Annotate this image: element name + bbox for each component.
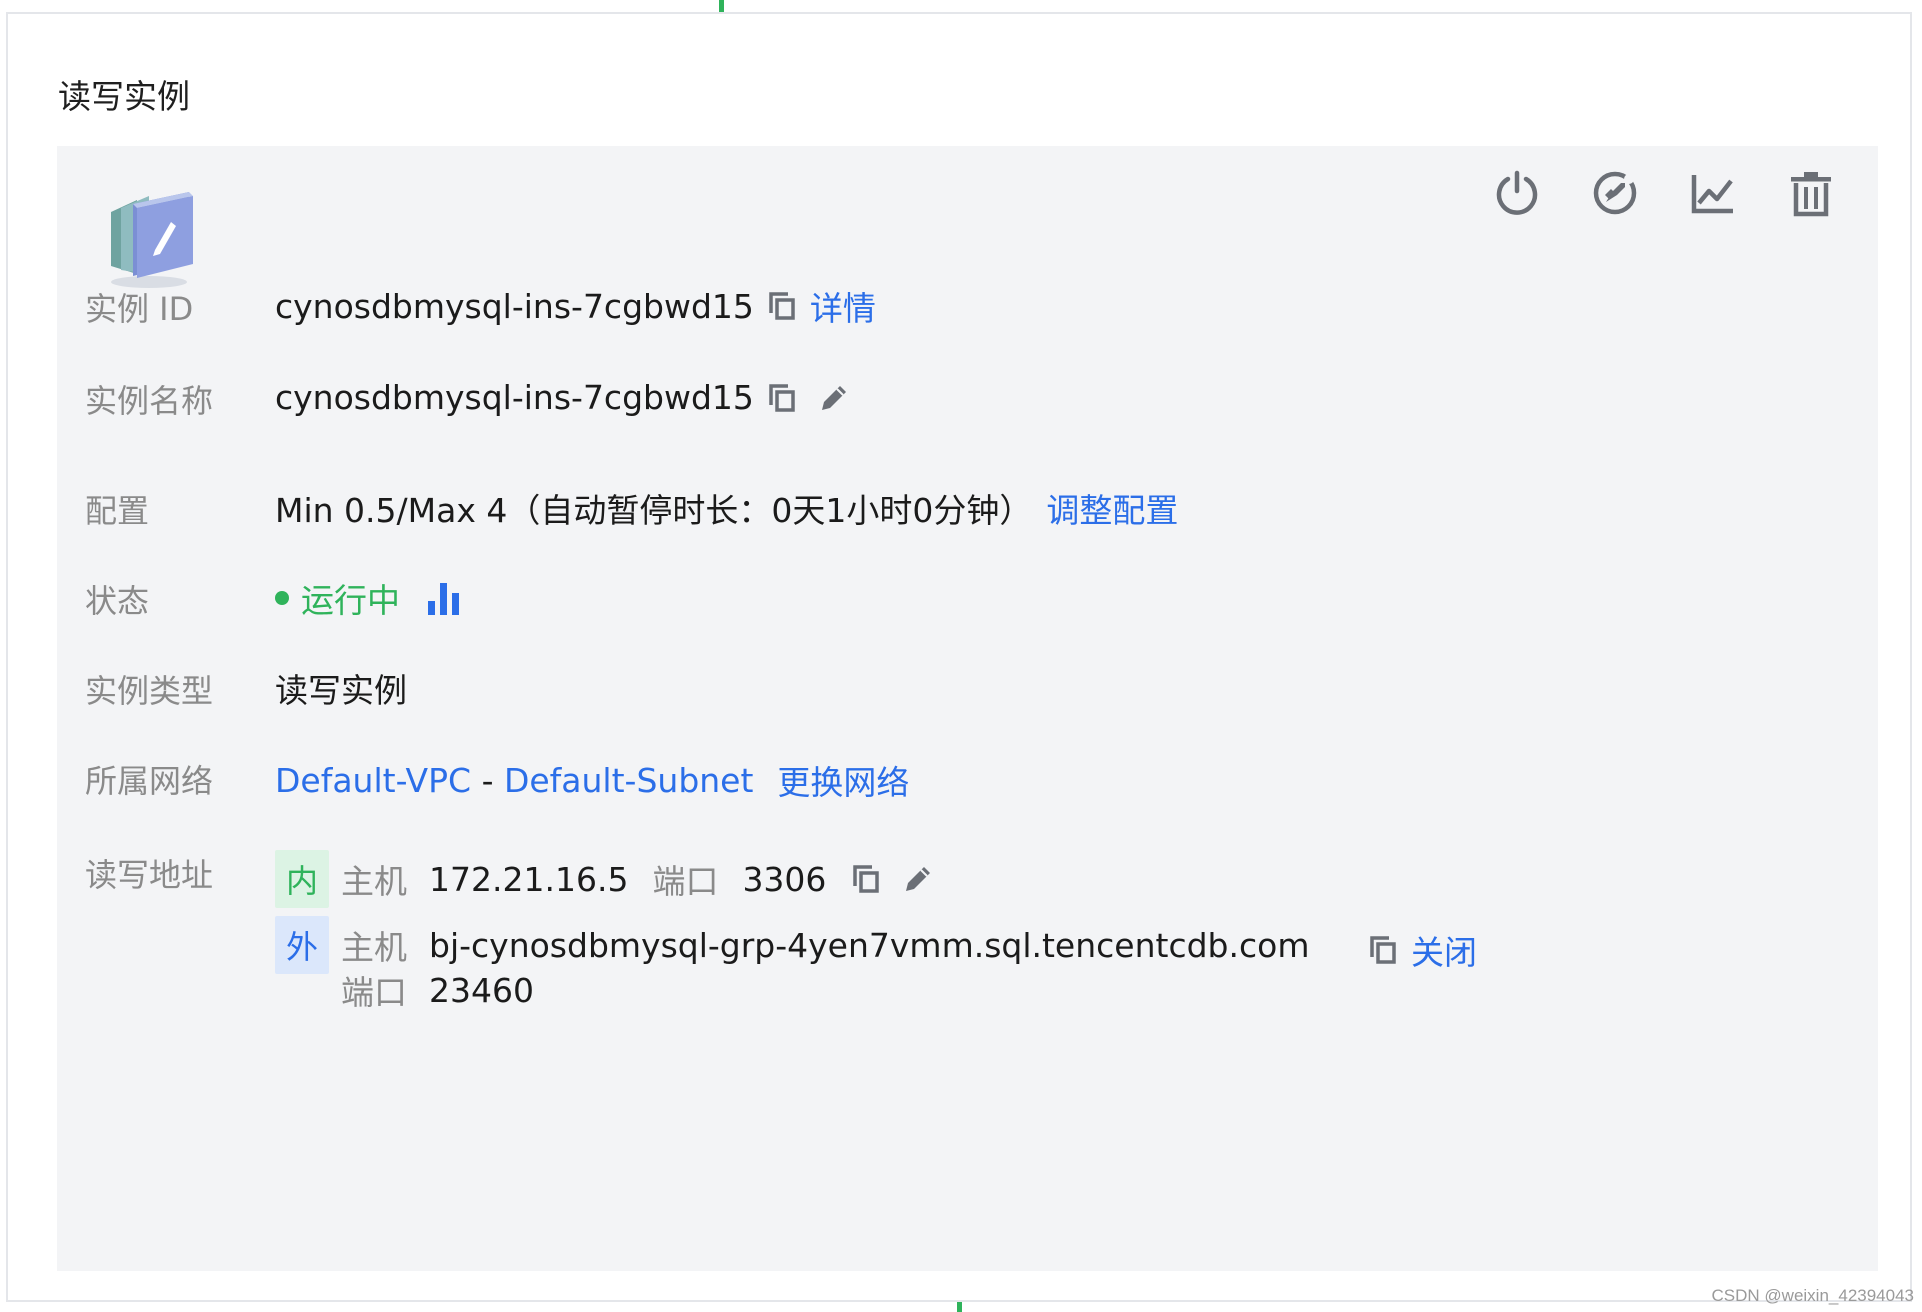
copy-icon (1370, 936, 1396, 964)
outer-port-label: 端口 (341, 973, 407, 1012)
instance-name-value: cynosdbmysql-ins-7cgbwd15 (275, 378, 754, 417)
inner-host-value: 172.21.16.5 (429, 859, 629, 899)
status-label: 状态 (85, 582, 150, 620)
instance-id-row: cynosdbmysql-ins-7cgbwd15 详情 (275, 282, 876, 330)
instance-name-label: 实例名称 (85, 382, 214, 420)
copy-outer-address-button[interactable] (1369, 935, 1397, 965)
section-title: 读写实例 (58, 77, 190, 116)
pencil-icon (906, 867, 931, 891)
instance-card: 实例 ID cynosdbmysql-ins-7cgbwd15 详情 实例名称 … (57, 146, 1878, 1271)
inner-tag: 内 (275, 850, 329, 908)
status-value: 运行中 (301, 581, 400, 620)
top-connector-line (719, 0, 724, 12)
outer-host-value: bj-cynosdbmysql-grp-4yen7vmm.sql.tencent… (429, 925, 1310, 965)
copy-inner-address-button[interactable] (852, 864, 880, 894)
network-separator: - (471, 760, 504, 800)
database-instance-icon (97, 182, 197, 292)
rocket-icon (1593, 171, 1637, 215)
copy-icon (853, 865, 880, 893)
outer-host-label: 主机 (341, 928, 407, 967)
instance-id-value: cynosdbmysql-ins-7cgbwd15 (275, 286, 754, 326)
change-network-link[interactable]: 更换网络 (777, 756, 909, 804)
outer-address-lines: 主机 bj-cynosdbmysql-grp-4yen7vmm.sql.tenc… (341, 916, 1310, 1013)
power-button[interactable] (1492, 168, 1542, 218)
monitor-button[interactable] (1688, 168, 1738, 218)
outer-address-row: 外 主机 bj-cynosdbmysql-grp-4yen7vmm.sql.te… (275, 916, 1310, 1013)
trash-icon (1791, 172, 1831, 217)
bar-chart-icon (428, 583, 459, 615)
instance-toolbar (1492, 168, 1836, 218)
inner-port-value: 3306 (742, 859, 827, 899)
copy-name-button[interactable] (768, 383, 796, 413)
inner-port-label: 端口 (652, 862, 719, 901)
watermark: CSDN @weixin_42394043 (1711, 1286, 1914, 1305)
edit-inner-address-button[interactable] (902, 863, 934, 895)
copy-id-button[interactable] (768, 291, 796, 321)
inner-address-row: 内 主机 172.21.16.5 端口 3306 (275, 850, 934, 908)
config-value: Min 0.5/Max 4（自动暂停时长：0天1小时0分钟） (275, 491, 1033, 530)
pencil-icon (821, 385, 846, 410)
detail-link[interactable]: 详情 (810, 282, 876, 330)
outer-tag: 外 (275, 916, 329, 974)
instance-panel: 读写实例 实例 ID cynosdbmysql-ins-7cgbwd15 详情 … (6, 12, 1912, 1302)
inner-host-label: 主机 (341, 862, 407, 901)
copy-icon (769, 292, 795, 320)
config-label: 配置 (85, 492, 150, 530)
subnet-link[interactable]: Default-Subnet (504, 761, 753, 800)
instance-type-label: 实例类型 (85, 672, 214, 710)
edit-name-button[interactable] (818, 382, 850, 414)
status-monitor-button[interactable] (428, 581, 460, 615)
instance-type-row: 读写实例 (275, 664, 407, 712)
instance-type-value: 读写实例 (275, 671, 407, 710)
config-row: Min 0.5/Max 4（自动暂停时长：0天1小时0分钟） 调整配置 (275, 484, 1178, 532)
status-row: 运行中 (275, 574, 460, 622)
adjust-config-link[interactable]: 调整配置 (1046, 484, 1178, 532)
close-outer-network-link[interactable]: 关闭 (1411, 926, 1477, 974)
network-row: Default-VPC - Default-Subnet 更换网络 (275, 756, 909, 804)
power-icon (1496, 170, 1538, 215)
network-label: 所属网络 (85, 762, 214, 800)
line-chart-icon (1691, 175, 1733, 214)
outer-port-value: 23460 (429, 970, 534, 1010)
delete-button[interactable] (1786, 168, 1836, 218)
address-label: 读写地址 (85, 856, 214, 894)
status-dot (275, 591, 289, 605)
vpc-link[interactable]: Default-VPC (275, 761, 471, 800)
instance-name-row: cynosdbmysql-ins-7cgbwd15 (275, 378, 850, 417)
copy-icon (769, 383, 795, 412)
instance-id-label: 实例 ID (85, 290, 194, 328)
outer-address-actions: 关闭 (1369, 926, 1477, 974)
upgrade-button[interactable] (1590, 168, 1640, 218)
